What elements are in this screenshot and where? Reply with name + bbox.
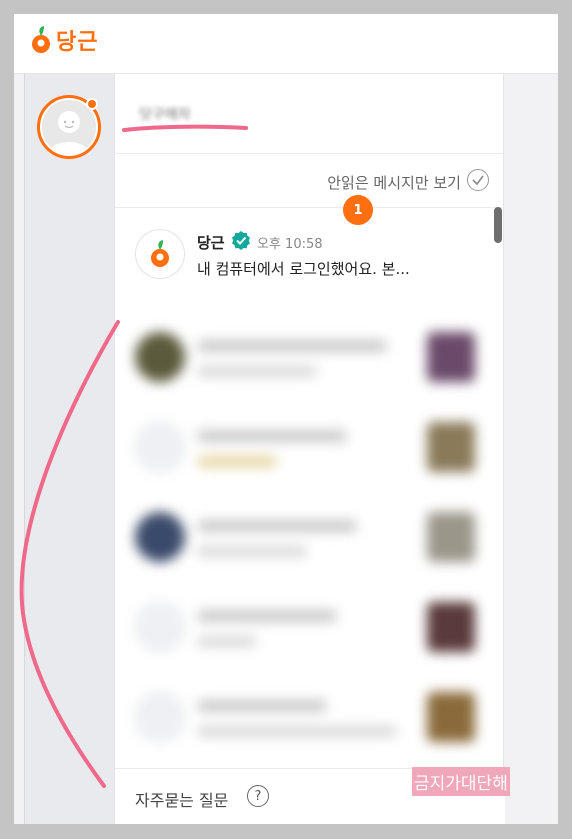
verified-badge-icon [231,230,251,254]
chat-list-panel: 닷구매자 안읽은 메시지만 보기 당근 오후 10:58 내 컴퓨터에서 로그인… [114,74,505,824]
logo[interactable]: 당근 [30,24,98,56]
chat-list-item[interactable]: 당근 오후 10:58 내 컴퓨터에서 로그인했어요. 본... [115,208,505,298]
unread-filter-label: 안읽은 메시지만 보기 [327,174,461,192]
faq-label: 자주묻는 질문 [135,791,229,810]
carrot-logo-icon [32,26,50,53]
scrollbar-thumb[interactable] [494,207,502,243]
check-circle-icon[interactable] [467,169,489,191]
unread-count-badge: 1 [343,195,373,225]
list-item[interactable] [115,404,505,494]
chat-time: 오후 10:58 [257,237,323,252]
chat-preview: 내 컴퓨터에서 로그인했어요. 본... [197,260,410,278]
app-window: 당근 닷구매자 안읽은 메시지만 보기 당근 오후 10:58 내 컴퓨터에서 … [14,14,558,824]
carrot-logo-icon [135,229,185,279]
top-bar: 당근 [14,14,558,74]
chat-list-header: 닷구매자 [115,74,505,154]
help-icon[interactable]: ? [247,785,269,807]
blurred-chat-list [115,314,505,768]
unread-filter-row[interactable]: 안읽은 메시지만 보기 [115,154,505,208]
list-item[interactable] [115,494,505,584]
online-status-dot [86,98,98,110]
left-sidebar [24,74,114,824]
list-item[interactable] [115,584,505,674]
list-item[interactable] [115,674,505,764]
username-label: 닷구매자 [139,107,191,123]
logo-text: 당근 [56,30,99,55]
list-item[interactable] [115,314,505,404]
watermark: 금지가대단해 [412,767,510,796]
chat-sender-name: 당근 [197,234,225,252]
